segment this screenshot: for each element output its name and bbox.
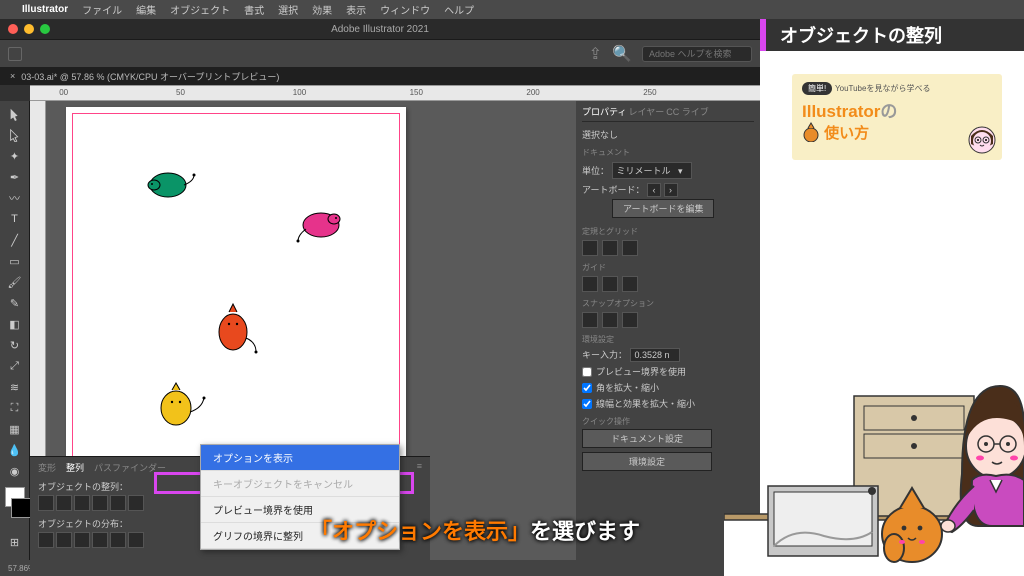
key-input-field[interactable]: 0.3528 n xyxy=(630,348,680,362)
align-top-icon[interactable] xyxy=(92,495,108,511)
instructor-avatar-icon xyxy=(968,126,996,154)
art-object[interactable] xyxy=(156,382,206,430)
artboard-prev-icon[interactable]: ‹ xyxy=(647,183,661,197)
selection-tool[interactable] xyxy=(4,105,26,123)
close-icon[interactable] xyxy=(8,24,18,34)
direct-selection-tool[interactable] xyxy=(4,126,26,144)
distribute-vcenter-icon[interactable] xyxy=(56,532,72,548)
ruler-horizontal: 00 50 100 150 200 250 xyxy=(30,85,760,101)
rotate-tool[interactable]: ↻ xyxy=(4,336,26,354)
illustration xyxy=(724,326,1024,576)
blend-tool[interactable]: ◉ xyxy=(4,462,26,480)
macos-menubar: Illustrator ファイル 編集 オブジェクト 書式 選択 効果 表示 ウ… xyxy=(0,0,1024,19)
panel-menu-icon[interactable]: ≡ xyxy=(417,461,422,474)
snap-point-icon[interactable] xyxy=(582,312,598,328)
smart-guide-icon[interactable] xyxy=(622,276,638,292)
distribute-bottom-icon[interactable] xyxy=(74,532,90,548)
tab-properties[interactable]: プロパティ xyxy=(582,105,626,118)
rect-tool[interactable]: ▭ xyxy=(4,252,26,270)
document-tab[interactable]: × 03-03.ai* @ 57.86 % (CMYK/CPU オーバープリント… xyxy=(0,67,760,85)
preferences-button[interactable]: 環境設定 xyxy=(582,452,712,471)
tab-layers[interactable]: レイヤー xyxy=(628,105,664,118)
tab-transform[interactable]: 変形 xyxy=(38,461,56,474)
search-icon[interactable]: 🔍 xyxy=(612,44,632,64)
menu-file[interactable]: ファイル xyxy=(82,2,122,17)
distribute-right-icon[interactable] xyxy=(128,532,144,548)
menu-object[interactable]: オブジェクト xyxy=(170,2,230,17)
line-tool[interactable]: ╱ xyxy=(4,231,26,249)
align-left-icon[interactable] xyxy=(38,495,54,511)
close-tab-icon[interactable]: × xyxy=(10,71,15,81)
menu-show-options[interactable]: オプションを表示 xyxy=(201,445,399,471)
menu-effect[interactable]: 効果 xyxy=(312,2,332,17)
eyedropper-tool[interactable]: 💧 xyxy=(4,441,26,459)
distribute-left-icon[interactable] xyxy=(92,532,108,548)
document-section: ドキュメント xyxy=(582,147,754,158)
align-hcenter-icon[interactable] xyxy=(56,495,72,511)
tab-cclib[interactable]: CC ライブ xyxy=(666,105,709,118)
artboard-next-icon[interactable]: › xyxy=(664,183,678,197)
tutorial-subtitle: 「オプションを表示」を選びます xyxy=(310,514,640,546)
align-vcenter-icon[interactable] xyxy=(110,495,126,511)
transparency-grid-icon[interactable] xyxy=(622,240,638,256)
menu-window[interactable]: ウィンドウ xyxy=(380,2,430,17)
align-bottom-icon[interactable] xyxy=(128,495,144,511)
free-transform-tool[interactable]: ⛶ xyxy=(4,399,26,417)
menu-select[interactable]: 選択 xyxy=(278,2,298,17)
guide-lock-icon[interactable] xyxy=(602,276,618,292)
shaper-tool[interactable]: ✎ xyxy=(4,294,26,312)
panel-tabs: プロパティ レイヤー CC ライブ xyxy=(582,105,754,122)
art-object[interactable] xyxy=(296,207,346,243)
brush-tool[interactable]: 🖌 xyxy=(4,273,26,291)
pen-tool[interactable]: ✒ xyxy=(4,168,26,186)
scale-tool[interactable]: ⤢ xyxy=(4,357,26,375)
grid-icon[interactable] xyxy=(602,240,618,256)
snap-grid-icon[interactable] xyxy=(602,312,618,328)
eraser-tool[interactable]: ◧ xyxy=(4,315,26,333)
zoom-icon[interactable] xyxy=(40,24,50,34)
menu-view[interactable]: 表示 xyxy=(346,2,366,17)
edit-artboard-button[interactable]: アートボードを編集 xyxy=(612,199,714,218)
art-object[interactable] xyxy=(216,302,258,356)
minimize-icon[interactable] xyxy=(24,24,34,34)
menu-edit[interactable]: 編集 xyxy=(136,2,156,17)
menu-app[interactable]: Illustrator xyxy=(22,4,68,15)
tutorial-title-bar: オブジェクトの整列 xyxy=(760,19,1024,51)
distribute-top-icon[interactable] xyxy=(38,532,54,548)
tab-align[interactable]: 整列 xyxy=(66,461,84,474)
menu-cancel-key-object: キーオブジェクトをキャンセル xyxy=(201,471,399,497)
guide-show-icon[interactable] xyxy=(582,276,598,292)
gradient-tool[interactable]: ▦ xyxy=(4,420,26,438)
help-search[interactable] xyxy=(642,46,752,62)
wand-tool[interactable]: ✦ xyxy=(4,147,26,165)
window-title: Adobe Illustrator 2021 xyxy=(331,24,429,35)
art-object[interactable] xyxy=(146,167,196,201)
screen-mode-icon[interactable]: ⊞ xyxy=(4,533,26,551)
curvature-tool[interactable]: 〰 xyxy=(4,189,26,207)
home-icon[interactable] xyxy=(8,47,22,61)
titlebar: Adobe Illustrator 2021 xyxy=(0,19,760,39)
type-tool[interactable]: T xyxy=(4,210,26,228)
width-tool[interactable]: ≋ xyxy=(4,378,26,396)
app-window: Adobe Illustrator 2021 ⇪ 🔍 × 03-03.ai* @… xyxy=(0,19,760,576)
distribute-hcenter-icon[interactable] xyxy=(110,532,126,548)
ruler-icon[interactable] xyxy=(582,240,598,256)
control-bar: ⇪ 🔍 xyxy=(0,39,760,67)
menu-help[interactable]: ヘルプ xyxy=(444,2,474,17)
stroke-swatch[interactable] xyxy=(11,498,31,518)
snap-pixel-icon[interactable] xyxy=(622,312,638,328)
promo-card: 簡単! YouTubeを見ながら学べる Illustratorの 使い方 xyxy=(792,74,1002,160)
unit-select[interactable]: ミリメートル ▾ xyxy=(612,162,692,179)
tools-panel: ✦ ✒ 〰 T ╱ ▭ 🖌 ✎ ◧ ↻ ⤢ ≋ ⛶ ▦ 💧 ◉ ⊞ xyxy=(0,101,30,560)
menu-type[interactable]: 書式 xyxy=(244,2,264,17)
no-selection-label: 選択なし xyxy=(582,128,754,141)
document-setup-button[interactable]: ドキュメント設定 xyxy=(582,429,712,448)
share-icon[interactable]: ⇪ xyxy=(589,44,602,64)
align-right-icon[interactable] xyxy=(74,495,90,511)
